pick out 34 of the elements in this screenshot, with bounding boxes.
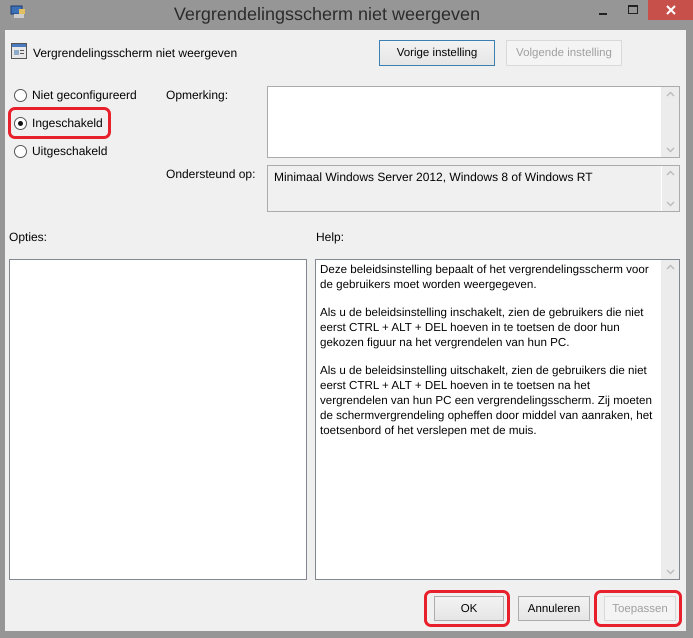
- help-paragraph: Deze beleidsinstelling bepaalt of het vergrendelingsscherm voor de gebruikers moet worden weergegeven.: [320, 262, 650, 292]
- field-label: Opmerking:: [166, 87, 230, 104]
- radio-label[interactable]: Ingeschakeld: [32, 116, 103, 130]
- app-icon: [10, 5, 26, 19]
- scroll-up-icon[interactable]: [666, 91, 675, 97]
- close-button[interactable]: [648, 0, 693, 20]
- help-paragraph: Als u de beleidsinstelling uitschakelt, zien de gebruikers die niet eerst CTRL + ALT + DEL hoeven in te toetsen na het vergrendelen van hun PC een vergrendelingsscherm. Zij moeten de schermvergrendeling opheffen door middel van aanraken, het toetsenbord of het verslepen met de muis.: [320, 363, 654, 438]
- scroll-up-icon[interactable]: [666, 264, 675, 270]
- radio-label[interactable]: Niet geconfigureerd: [32, 88, 137, 102]
- scrollbar[interactable]: [661, 260, 679, 579]
- scroll-down-icon[interactable]: [666, 147, 675, 153]
- radio-button[interactable]: [14, 116, 27, 130]
- dialog-button[interactable]: OK: [434, 596, 504, 621]
- options-label: Opties:: [9, 230, 48, 246]
- supported-text: Minimaal Windows Server 2012, Windows 8 of Windows RT: [273, 169, 594, 186]
- help-paragraph: Als u de beleidsinstelling inschakelt, zien de gebruikers die niet eerst CTRL + ALT + DEL hoeven in te toetsen de door hun gekozen figuur na het vergrendelen van hun PC.: [320, 305, 645, 350]
- policy-name: Vergrendelingsscherm niet weergeven: [33, 46, 238, 60]
- policy-icon: [11, 43, 27, 59]
- field-label: Ondersteund op:: [166, 166, 256, 183]
- close-icon: [666, 5, 676, 15]
- help-label: Help:: [316, 230, 344, 246]
- comment-field[interactable]: [267, 86, 680, 158]
- setting-nav-button[interactable]: Vorige instelling: [379, 40, 495, 66]
- radio-button[interactable]: [14, 88, 27, 102]
- radio-label[interactable]: Uitgeschakeld: [32, 144, 108, 158]
- window-title: Vergrendelingsscherm niet weergeven: [172, 4, 482, 25]
- scroll-down-icon[interactable]: [666, 569, 675, 575]
- maximize-icon: [628, 5, 638, 15]
- scroll-up-icon[interactable]: [666, 170, 675, 176]
- scroll-down-icon[interactable]: [666, 201, 675, 207]
- minimize-icon: [599, 12, 607, 14]
- radio-button[interactable]: [14, 144, 27, 158]
- scrollbar[interactable]: [661, 87, 679, 157]
- dialog-button[interactable]: Annuleren: [518, 596, 590, 621]
